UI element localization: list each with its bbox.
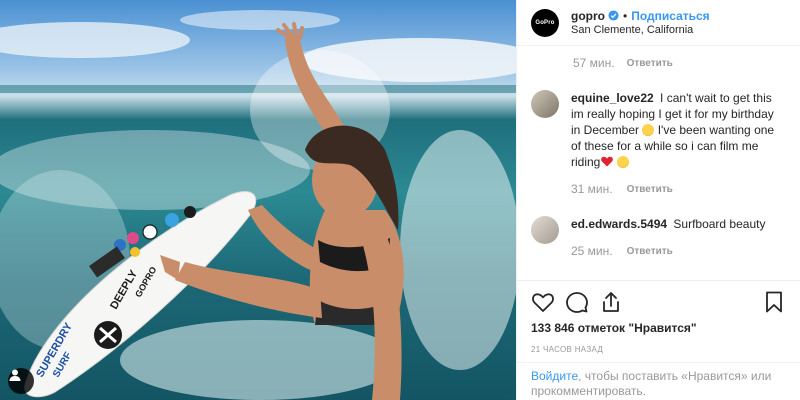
red-heart-icon <box>601 156 614 167</box>
likes-count[interactable]: 133 846 отметок "Нравится" <box>531 321 786 335</box>
post-side-panel: GoPro gopro • Подписаться San Clemente, … <box>516 0 800 400</box>
heart-icon[interactable] <box>531 290 555 314</box>
heart-eyes-emoji-icon <box>642 124 655 136</box>
comment-meta: 31 мин. Ответить <box>571 182 786 196</box>
commenter-username[interactable]: ed.edwards.5494 <box>571 217 667 231</box>
commenter-avatar[interactable] <box>531 216 559 244</box>
separator-dot: • <box>623 8 628 23</box>
share-icon[interactable] <box>599 290 623 314</box>
comment-text: equine_love22 I can't wait to get this i… <box>571 90 786 170</box>
surf-scene: SUPERDRY SURF DEEPLY GOPRO <box>0 10 516 400</box>
tagged-users-button[interactable] <box>8 368 34 394</box>
comment-time: 57 мин. <box>573 56 615 70</box>
bookmark-icon[interactable] <box>762 290 786 314</box>
action-icon-row <box>531 289 786 315</box>
heart-eyes-emoji-icon <box>616 156 629 168</box>
comment-item: equine_love22 I can't wait to get this i… <box>531 90 786 196</box>
comment-text-part: Surfboard beauty <box>670 217 766 231</box>
account-avatar[interactable]: GoPro <box>531 8 559 37</box>
commenter-username[interactable]: equine_love22 <box>571 91 654 105</box>
post-actions: 133 846 отметок "Нравится" 21 ЧАСОВ НАЗА… <box>517 280 800 354</box>
post-location[interactable]: San Clemente, California <box>571 23 710 37</box>
verified-icon <box>608 10 619 21</box>
comment-meta: 25 мин. Ответить <box>571 244 765 258</box>
user-icon <box>9 369 21 381</box>
login-link[interactable]: Войдите <box>531 369 578 383</box>
comment-icon[interactable] <box>565 290 589 314</box>
account-username[interactable]: gopro <box>571 9 605 23</box>
reply-button[interactable]: Ответить <box>627 58 673 69</box>
follow-button[interactable]: Подписаться <box>631 9 709 23</box>
reply-button[interactable]: Ответить <box>627 184 673 195</box>
comment-item: ed.edwards.5494 Surfboard beauty 25 мин.… <box>531 216 786 258</box>
previous-comment-meta: 57 мин. Ответить <box>573 56 673 70</box>
login-prompt: Войдите, чтобы поставить «Нравится» или … <box>517 362 800 400</box>
post-header: GoPro gopro • Подписаться San Clemente, … <box>517 0 800 46</box>
reply-button[interactable]: Ответить <box>627 246 673 257</box>
comment-time: 31 мин. <box>571 182 613 196</box>
post-time-ago: 21 ЧАСОВ НАЗАД <box>531 345 604 354</box>
post-photo[interactable]: SUPERDRY SURF DEEPLY GOPRO <box>0 0 516 400</box>
comment-time: 25 мин. <box>571 244 613 258</box>
commenter-avatar[interactable] <box>531 90 559 118</box>
account-avatar-text: GoPro <box>535 19 555 26</box>
comment-text: ed.edwards.5494 Surfboard beauty <box>571 216 765 232</box>
